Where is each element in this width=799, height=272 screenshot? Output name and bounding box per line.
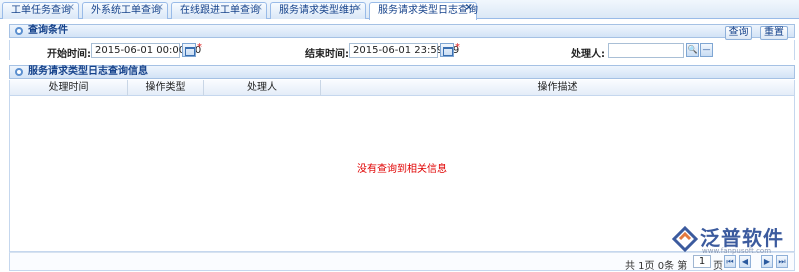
tab-label: 外系统工单查询	[91, 5, 161, 16]
end-time-input[interactable]: 2015-06-01 23:59:59	[349, 43, 459, 58]
tab-work-order-task-query[interactable]: 工单任务查询 ×	[2, 2, 79, 19]
tab-external-work-order-query[interactable]: 外系统工单查询 ×	[82, 2, 168, 19]
end-time-label: 结束时间:	[305, 49, 349, 60]
tab-strip: 工单任务查询 × 外系统工单查询 × 在线跟进工单查询 × 服务请求类型维护 ×…	[0, 0, 799, 20]
column-header-operation-description[interactable]: 操作描述	[321, 80, 794, 96]
calendar-icon[interactable]	[182, 43, 196, 57]
results-panel-header: 服务请求类型日志查询信息	[9, 65, 795, 79]
conditions-title: 查询条件	[28, 25, 68, 36]
start-time-input[interactable]: 2015-06-01 00:00:00	[91, 43, 201, 58]
search-icon[interactable]: 🔍	[686, 43, 699, 57]
empty-message: 没有查询到相关信息	[357, 164, 447, 175]
watermark-url: www.fanpusoft.com	[702, 247, 772, 255]
panel-bullet-icon	[15, 27, 23, 35]
calendar-icon[interactable]	[440, 43, 454, 57]
brand-logo-icon	[672, 226, 698, 252]
handler-label: 处理人:	[571, 49, 605, 60]
tab-service-request-type-maintenance[interactable]: 服务请求类型维护 ×	[270, 2, 366, 19]
tab-label: 在线跟进工单查询	[180, 5, 260, 16]
tab-service-request-type-log-query[interactable]: 服务请求类型日志查询 ×	[369, 1, 478, 20]
column-header-handler[interactable]: 处理人	[204, 80, 321, 96]
handler-input[interactable]	[608, 43, 684, 58]
grid-header: 处理时间 操作类型 处理人 操作描述	[10, 80, 794, 96]
tab-online-followup-query[interactable]: 在线跟进工单查询 ×	[171, 2, 267, 19]
column-header-process-time[interactable]: 处理时间	[10, 80, 128, 96]
close-icon[interactable]: ×	[156, 1, 164, 15]
close-icon[interactable]: ×	[465, 1, 473, 15]
watermark-logo: 泛普软件 www.fanpusoft.com	[672, 222, 792, 262]
results-title: 服务请求类型日志查询信息	[28, 66, 148, 77]
panel-bullet-icon	[15, 68, 23, 76]
conditions-panel-header: 查询条件	[9, 24, 795, 38]
reset-button[interactable]: 重置	[760, 26, 788, 40]
tab-label: 服务请求类型日志查询	[378, 5, 478, 16]
clear-icon[interactable]: —	[700, 43, 713, 57]
close-icon[interactable]: ×	[354, 1, 362, 15]
required-mark: *	[455, 42, 460, 53]
close-icon[interactable]: ×	[67, 1, 75, 15]
close-icon[interactable]: ×	[255, 1, 263, 15]
required-mark: *	[197, 42, 202, 53]
start-time-label: 开始时间:	[47, 49, 91, 60]
query-button[interactable]: 查询	[725, 26, 752, 40]
tab-label: 服务请求类型维护	[279, 5, 359, 16]
conditions-row: 开始时间: 2015-06-01 00:00:00 * 结束时间: 2015-0…	[9, 40, 795, 60]
tab-label: 工单任务查询	[11, 5, 71, 16]
column-header-operation-type[interactable]: 操作类型	[128, 80, 204, 96]
